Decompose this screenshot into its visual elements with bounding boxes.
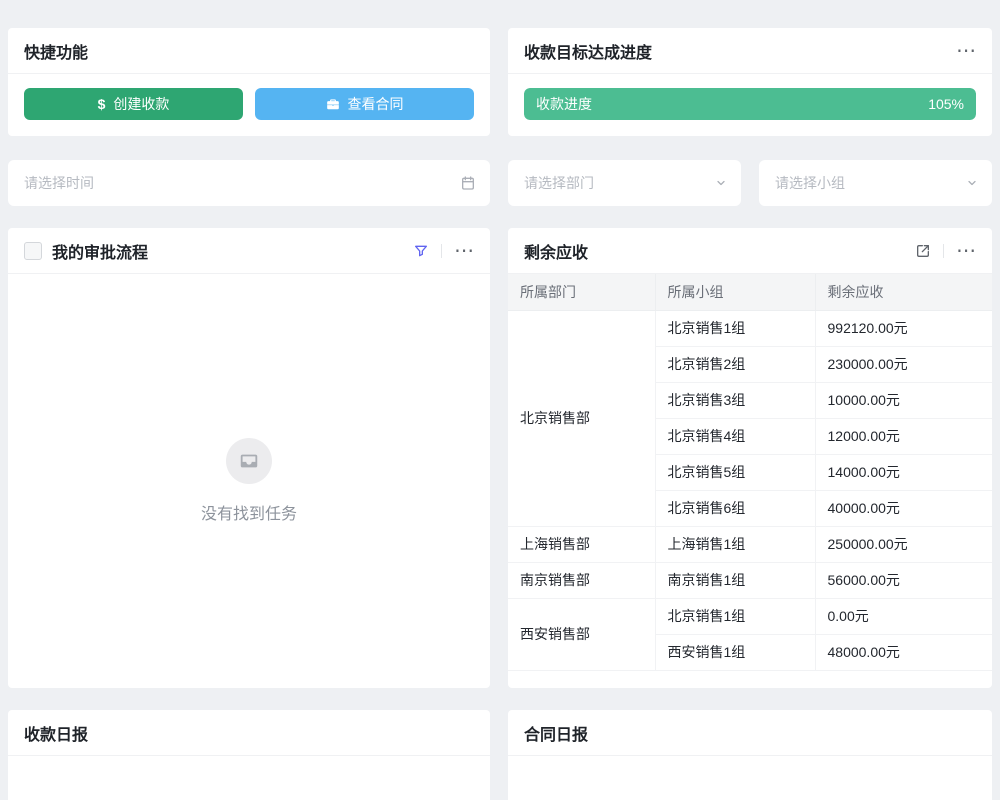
calendar-icon bbox=[460, 175, 476, 191]
amount-cell: 14000.00元 bbox=[815, 454, 992, 490]
group-cell: 北京销售1组 bbox=[655, 310, 815, 346]
group-select[interactable] bbox=[759, 160, 992, 206]
quick-actions-card: 快捷功能 $ 创建收款 查看合同 bbox=[8, 28, 490, 136]
group-cell: 西安销售1组 bbox=[655, 634, 815, 670]
progress-card-title: 收款目标达成进度 bbox=[524, 39, 652, 63]
quick-actions-body: $ 创建收款 查看合同 bbox=[8, 74, 490, 136]
group-cell: 北京销售4组 bbox=[655, 418, 815, 454]
inbox-icon bbox=[238, 450, 260, 472]
amount-cell: 12000.00元 bbox=[815, 418, 992, 454]
contract-daily-title: 合同日报 bbox=[524, 721, 588, 745]
table-row: 北京销售部北京销售1组992120.00元 bbox=[508, 310, 992, 346]
more-icon[interactable]: ⋯ bbox=[454, 241, 474, 261]
group-cell: 北京销售3组 bbox=[655, 382, 815, 418]
table-row: 南京销售部南京销售1组56000.00元 bbox=[508, 562, 992, 598]
department-select[interactable] bbox=[508, 160, 741, 206]
progress-bar-fill: 收款进度 105% bbox=[524, 88, 976, 120]
approval-card-actions: ⋯ bbox=[413, 241, 474, 261]
dollar-icon: $ bbox=[98, 96, 106, 112]
time-select-input[interactable] bbox=[22, 174, 460, 192]
column-department: 所属部门 bbox=[508, 274, 655, 310]
time-select[interactable] bbox=[8, 160, 490, 206]
department-cell: 南京销售部 bbox=[508, 562, 655, 598]
column-amount: 剩余应收 bbox=[815, 274, 992, 310]
create-payment-button[interactable]: $ 创建收款 bbox=[24, 88, 243, 120]
amount-cell: 10000.00元 bbox=[815, 382, 992, 418]
table-header-row: 所属部门 所属小组 剩余应收 bbox=[508, 274, 992, 310]
department-cell: 西安销售部 bbox=[508, 598, 655, 670]
quick-actions-header: 快捷功能 bbox=[8, 28, 490, 74]
divider bbox=[441, 244, 442, 258]
table-row: 西安销售部北京销售1组0.00元 bbox=[508, 598, 992, 634]
group-cell: 上海销售1组 bbox=[655, 526, 815, 562]
amount-cell: 40000.00元 bbox=[815, 490, 992, 526]
quick-actions-title: 快捷功能 bbox=[24, 39, 88, 63]
main-row: 我的审批流程 ⋯ 没有找到任务 剩余 bbox=[8, 228, 992, 688]
amount-cell: 56000.00元 bbox=[815, 562, 992, 598]
empty-state-circle bbox=[226, 438, 272, 484]
receivable-table: 所属部门 所属小组 剩余应收 北京销售部北京销售1组992120.00元北京销售… bbox=[508, 274, 992, 671]
payment-daily-header: 收款日报 bbox=[8, 710, 490, 756]
receivable-card-title: 剩余应收 bbox=[524, 239, 588, 263]
select-all-checkbox[interactable] bbox=[24, 242, 42, 260]
briefcase-icon bbox=[326, 97, 340, 111]
table-row: 上海销售部上海销售1组250000.00元 bbox=[508, 526, 992, 562]
top-row: 快捷功能 $ 创建收款 查看合同 收款目标达成进度 ⋯ bbox=[8, 28, 992, 136]
department-cell: 上海销售部 bbox=[508, 526, 655, 562]
view-contract-button[interactable]: 查看合同 bbox=[255, 88, 474, 120]
progress-bar-value: 105% bbox=[928, 96, 964, 112]
chevron-down-icon bbox=[715, 177, 727, 189]
approval-card: 我的审批流程 ⋯ 没有找到任务 bbox=[8, 228, 490, 688]
receivable-card-actions: ⋯ bbox=[915, 241, 976, 261]
amount-cell: 992120.00元 bbox=[815, 310, 992, 346]
amount-cell: 250000.00元 bbox=[815, 526, 992, 562]
group-cell: 北京销售1组 bbox=[655, 598, 815, 634]
approval-card-title: 我的审批流程 bbox=[52, 239, 148, 263]
group-cell: 北京销售5组 bbox=[655, 454, 815, 490]
group-cell: 南京销售1组 bbox=[655, 562, 815, 598]
empty-state-text: 没有找到任务 bbox=[201, 500, 297, 524]
receivable-table-body: 北京销售部北京销售1组992120.00元北京销售2组230000.00元北京销… bbox=[508, 310, 992, 670]
empty-state: 没有找到任务 bbox=[8, 274, 490, 688]
chevron-down-icon bbox=[966, 177, 978, 189]
divider bbox=[943, 244, 944, 258]
receivable-card: 剩余应收 ⋯ 所属部门 所属小组 剩余应收 bbox=[508, 228, 992, 688]
progress-body: 收款进度 105% bbox=[508, 74, 992, 136]
contract-daily-header: 合同日报 bbox=[508, 710, 992, 756]
create-payment-label: 创建收款 bbox=[113, 94, 169, 114]
payment-daily-card: 收款日报 bbox=[8, 710, 490, 800]
progress-bar-label: 收款进度 bbox=[536, 94, 592, 114]
bottom-row: 收款日报 合同日报 bbox=[8, 710, 992, 800]
receivable-card-header: 剩余应收 ⋯ bbox=[508, 228, 992, 274]
amount-cell: 0.00元 bbox=[815, 598, 992, 634]
filter-row-right bbox=[508, 160, 992, 206]
payment-daily-title: 收款日报 bbox=[24, 721, 88, 745]
department-cell: 北京销售部 bbox=[508, 310, 655, 526]
amount-cell: 230000.00元 bbox=[815, 346, 992, 382]
contract-daily-card: 合同日报 bbox=[508, 710, 992, 800]
external-link-icon[interactable] bbox=[915, 243, 931, 259]
dashboard: 快捷功能 $ 创建收款 查看合同 收款目标达成进度 ⋯ bbox=[0, 0, 1000, 800]
more-icon[interactable]: ⋯ bbox=[956, 241, 976, 261]
progress-card-actions: ⋯ bbox=[956, 41, 976, 61]
progress-bar: 收款进度 105% bbox=[524, 88, 976, 120]
amount-cell: 48000.00元 bbox=[815, 634, 992, 670]
progress-card: 收款目标达成进度 ⋯ 收款进度 105% bbox=[508, 28, 992, 136]
group-cell: 北京销售6组 bbox=[655, 490, 815, 526]
group-cell: 北京销售2组 bbox=[655, 346, 815, 382]
filter-icon[interactable] bbox=[413, 243, 429, 259]
more-icon[interactable]: ⋯ bbox=[956, 41, 976, 61]
view-contract-label: 查看合同 bbox=[348, 94, 404, 114]
group-select-input[interactable] bbox=[773, 174, 966, 192]
column-group: 所属小组 bbox=[655, 274, 815, 310]
progress-card-header: 收款目标达成进度 ⋯ bbox=[508, 28, 992, 74]
approval-card-header: 我的审批流程 ⋯ bbox=[8, 228, 490, 274]
department-select-input[interactable] bbox=[522, 174, 715, 192]
filter-row bbox=[8, 160, 992, 206]
